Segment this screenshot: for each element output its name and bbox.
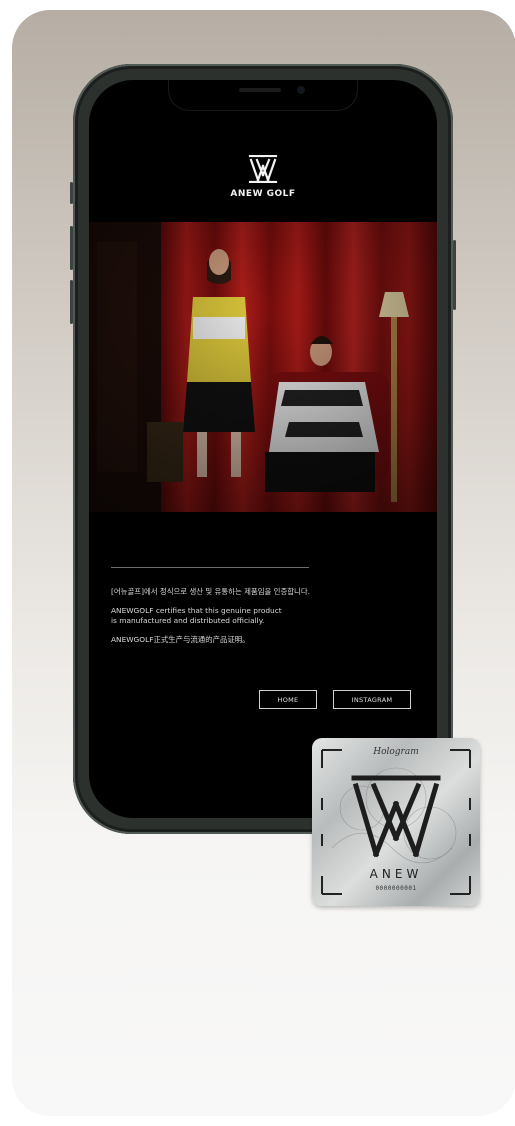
hologram-top-text: Hologram [373,747,419,757]
notch [169,80,357,110]
brand-name: ANEW GOLF [230,189,296,199]
certificate-chinese: ANEWGOLF正式生产与流通的产品证明。 [111,634,250,644]
instagram-button[interactable]: INSTAGRAM [333,690,411,709]
front-camera-icon [297,86,305,94]
home-button[interactable]: HOME [259,690,317,709]
hero-image [89,222,437,512]
anew-logo-icon [248,155,278,183]
speaker-grille [239,88,281,92]
hologram-serial: 0000000001 [375,885,417,892]
brand-header: ANEW GOLF [89,155,437,199]
phone-mockup: ANEW GOLF [어뉴골프]에서 정식으로 생산 및 유통하는 제품임을 인… [70,64,456,834]
mute-switch [70,182,73,204]
certificate-english: ANEWGOLF certifies that this genuine pro… [111,605,282,626]
hologram-brand-word: ANEW [369,867,423,881]
hologram-sticker: Hologram ANEW 0000000001 [312,738,480,906]
volume-up-button [70,226,73,270]
certificate-text: [어뉴골프]에서 정식으로 생산 및 유통하는 제품임을 인증합니다. ANEW… [111,587,411,653]
phone-screen: ANEW GOLF [어뉴골프]에서 정식으로 생산 및 유통하는 제품임을 인… [89,80,437,818]
certificate-korean: [어뉴골프]에서 정식으로 생산 및 유통하는 제품임을 인증합니다. [111,587,310,596]
power-button [453,240,456,310]
divider [111,567,309,568]
volume-down-button [70,280,73,324]
